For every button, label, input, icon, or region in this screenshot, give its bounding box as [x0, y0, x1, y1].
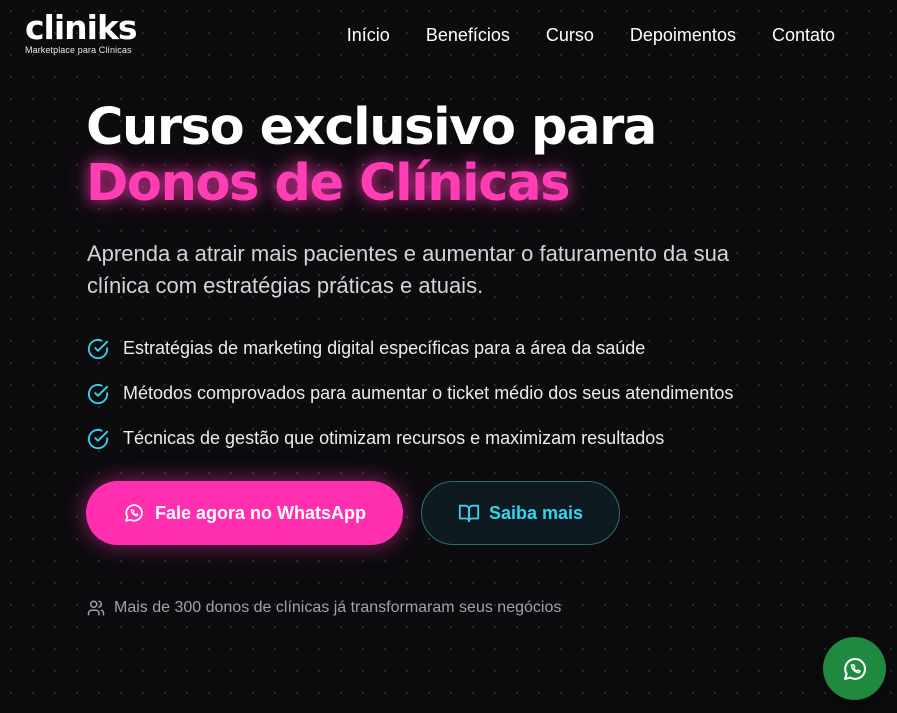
nav-item-curso[interactable]: Curso: [546, 24, 594, 46]
hero-subtitle: Aprenda a atrair mais pacientes e aument…: [87, 241, 730, 298]
check-circle-icon: [87, 383, 109, 404]
feature-text: Técnicas de gestão que otimizam recursos…: [123, 428, 665, 448]
check-circle-icon: [87, 428, 109, 449]
floating-whatsapp-button[interactable]: [823, 637, 886, 700]
hero-title: Curso exclusivo para Donos de Clínicas: [86, 98, 657, 213]
site-header: cliniks Marketplace para Clínicas Início…: [0, 0, 897, 70]
feature-list: Estratégias de marketing digital específ…: [87, 326, 733, 461]
main-nav: Início Benefícios Curso Depoimentos Cont…: [347, 24, 835, 46]
check-circle-icon: [87, 338, 109, 359]
logo-wordmark: cliniks: [25, 8, 138, 47]
nav-item-contato[interactable]: Contato: [772, 24, 835, 46]
feature-item: Métodos comprovados para aumentar o tick…: [87, 371, 733, 416]
logo[interactable]: cliniks Marketplace para Clínicas: [25, 8, 138, 56]
whatsapp-cta-label: Fale agora no WhatsApp: [154, 502, 367, 523]
users-icon: [87, 600, 105, 616]
whatsapp-icon: [125, 504, 143, 522]
whatsapp-cta-button[interactable]: Fale agora no WhatsApp: [86, 481, 403, 545]
feature-item: Estratégias de marketing digital específ…: [87, 326, 733, 371]
nav-item-inicio[interactable]: Início: [347, 24, 390, 46]
social-proof-text: Mais de 300 donos de clínicas já transfo…: [114, 599, 562, 616]
learn-more-label: Saiba mais: [488, 502, 584, 523]
nav-item-beneficios[interactable]: Benefícios: [426, 24, 510, 46]
hero-title-line2: Donos de Clínicas: [86, 154, 570, 213]
hero-title-line1: Curso exclusivo para: [86, 98, 657, 157]
learn-more-button[interactable]: Saiba mais: [421, 481, 620, 545]
book-icon: [458, 504, 480, 523]
feature-text: Estratégias de marketing digital específ…: [123, 338, 646, 358]
whatsapp-icon: [843, 657, 866, 680]
social-proof: Mais de 300 donos de clínicas já transfo…: [87, 599, 561, 617]
logo-tagline: Marketplace para Clínicas: [25, 45, 132, 55]
feature-item: Técnicas de gestão que otimizam recursos…: [87, 416, 733, 461]
feature-text: Métodos comprovados para aumentar o tick…: [123, 383, 734, 403]
nav-item-depoimentos[interactable]: Depoimentos: [630, 24, 736, 46]
